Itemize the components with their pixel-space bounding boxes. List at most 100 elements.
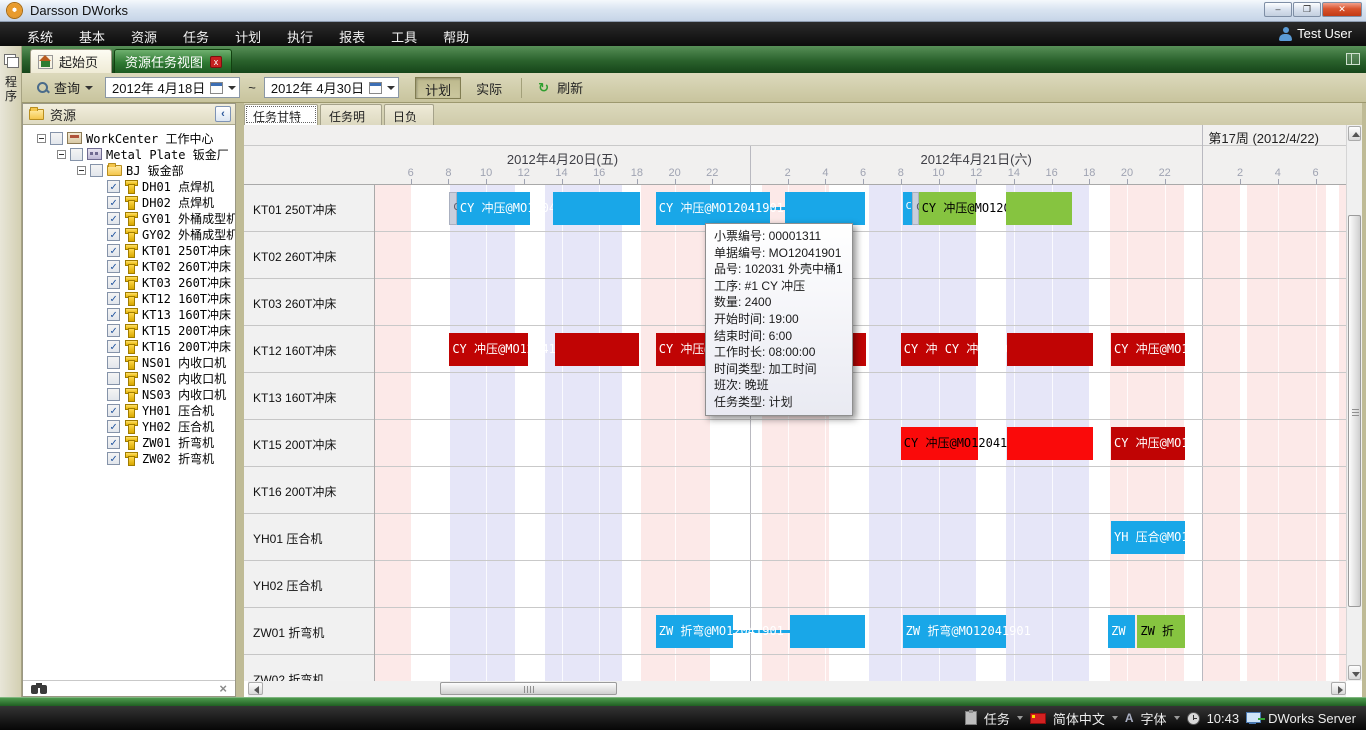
close-tab-icon[interactable]: x — [210, 56, 222, 68]
tree-checkbox[interactable]: ✓ — [107, 228, 120, 241]
tree-item[interactable]: ✓KT01 250T冲床 — [23, 242, 231, 258]
tree-item[interactable]: ✓KT12 160T冲床 — [23, 290, 231, 306]
minimize-button[interactable]: – — [1264, 2, 1292, 17]
maximize-button[interactable]: ❐ — [1293, 2, 1321, 17]
language-dropdown-icon[interactable] — [1112, 716, 1118, 720]
scroll-left-button[interactable] — [248, 682, 263, 695]
date-to-field[interactable]: 2012年 4月30日 — [264, 77, 399, 98]
task-bar[interactable] — [1006, 192, 1072, 225]
task-bar[interactable]: CY 冲 CY 冲压@MO12041904 — [901, 333, 978, 366]
calendar-icon[interactable] — [369, 82, 382, 94]
task-bar[interactable]: ZW — [1108, 615, 1135, 648]
tree-checkbox[interactable] — [70, 148, 83, 161]
collapse-panel-button[interactable]: ‹ — [215, 106, 231, 122]
font-dropdown-icon[interactable] — [1174, 716, 1180, 720]
tree-item[interactable]: ✓GY02 外桶成型机 — [23, 226, 235, 242]
tree-checkbox[interactable]: ✓ — [107, 196, 120, 209]
tree-checkbox[interactable]: ✓ — [107, 244, 120, 257]
task-bar[interactable]: CY 冲压@MO12041901 — [457, 192, 531, 225]
task-bar[interactable]: ZW 折弯@MO12041901 — [656, 615, 733, 648]
tree-expander-icon[interactable] — [77, 166, 86, 175]
tree-item[interactable]: ✓ZW02 折弯机 — [23, 450, 214, 466]
tree-item[interactable]: NS02 内收口机 — [23, 370, 226, 386]
tab-resource-task-view[interactable]: 资源任务视图 x — [114, 49, 232, 73]
task-bar[interactable] — [1007, 427, 1093, 460]
tree-checkbox[interactable] — [90, 164, 103, 177]
task-bar[interactable]: CY 冲压@MO12041901 — [656, 192, 770, 225]
gantt-tab-日负荷[interactable]: 日负荷 — [384, 104, 434, 125]
task-bar[interactable] — [785, 192, 865, 225]
horizontal-scroll-thumb[interactable] — [440, 682, 617, 695]
tree-checkbox[interactable]: ✓ — [107, 180, 120, 193]
task-bar[interactable] — [553, 192, 640, 225]
tree-item[interactable]: NS01 内收口机 — [23, 354, 226, 370]
task-bar[interactable] — [790, 615, 865, 648]
close-button[interactable]: ✕ — [1322, 2, 1362, 17]
tree-item[interactable]: ✓DH01 点焊机 — [23, 178, 214, 194]
query-dropdown-icon[interactable] — [85, 86, 93, 90]
tree-item[interactable]: Metal Plate 钣金厂 — [23, 146, 229, 162]
tree-checkbox[interactable]: ✓ — [107, 212, 120, 225]
title-bar[interactable]: Darsson DWorks – ❐ ✕ — [0, 0, 1366, 22]
task-bar[interactable]: C — [903, 192, 912, 225]
tree-item[interactable]: ✓GY01 外桶成型机 — [23, 210, 235, 226]
tree-item[interactable]: BJ 钣金部 — [23, 162, 184, 178]
menu-item-工具[interactable]: 工具 — [378, 22, 430, 46]
gantt-tab-任务甘特图[interactable]: 任务甘特图 — [244, 104, 318, 125]
tree-item[interactable]: ✓YH02 压合机 — [23, 418, 214, 434]
vertical-scroll-thumb[interactable] — [1348, 215, 1361, 607]
date-from-field[interactable]: 2012年 4月18日 — [105, 77, 240, 98]
status-font-label[interactable]: 字体 — [1141, 709, 1167, 728]
gantt-tab-任务明细[interactable]: 任务明细 — [320, 104, 382, 125]
setup-bar[interactable]: C — [449, 192, 457, 225]
menu-item-基本[interactable]: 基本 — [66, 22, 118, 46]
program-panel-tab[interactable]: 程序 — [0, 75, 22, 103]
calendar-icon[interactable] — [210, 82, 223, 94]
status-language-label[interactable]: 简体中文 — [1053, 709, 1105, 728]
tree-expander-icon[interactable] — [37, 134, 46, 143]
tree-checkbox[interactable]: ✓ — [107, 452, 120, 465]
tree-checkbox[interactable]: ✓ — [107, 340, 120, 353]
gantt-chart-area[interactable]: CCY 冲压@MO12041901CY 冲压@MO12041901CCCY 冲压… — [375, 185, 1346, 681]
tree-item[interactable]: ✓KT15 200T冲床 — [23, 322, 231, 338]
task-bar[interactable]: CY 冲压@MO12041902 — [919, 192, 976, 225]
task-bar[interactable]: CY 冲压@MO12041904 — [449, 333, 527, 366]
tree-checkbox[interactable] — [107, 372, 120, 385]
tree-item[interactable]: ✓YH01 压合机 — [23, 402, 214, 418]
tree-checkbox[interactable]: ✓ — [107, 260, 120, 273]
task-bar[interactable]: CY 冲压@MO12041903 — [901, 427, 978, 460]
tree-checkbox[interactable]: ✓ — [107, 404, 120, 417]
tree-expander-icon[interactable] — [57, 150, 66, 159]
actual-toggle-button[interactable]: 实际 — [467, 77, 511, 99]
tree-checkbox[interactable]: ✓ — [107, 324, 120, 337]
menu-item-报表[interactable]: 报表 — [326, 22, 378, 46]
tree-checkbox[interactable] — [107, 388, 120, 401]
date-from-dropdown-icon[interactable] — [228, 86, 236, 90]
tree-item[interactable]: ✓ZW01 折弯机 — [23, 434, 214, 450]
tree-item[interactable]: ✓KT16 200T冲床 — [23, 338, 231, 354]
task-bar[interactable] — [1007, 333, 1093, 366]
date-to-dropdown-icon[interactable] — [387, 86, 395, 90]
clear-filter-icon[interactable]: × — [219, 681, 227, 696]
tree-checkbox[interactable]: ✓ — [107, 308, 120, 321]
tree-checkbox[interactable]: ✓ — [107, 276, 120, 289]
tree-checkbox[interactable]: ✓ — [107, 436, 120, 449]
window-layout-icon[interactable] — [1346, 53, 1360, 65]
tree-item[interactable]: ✓KT03 260T冲床 — [23, 274, 231, 290]
task-dropdown-icon[interactable] — [1017, 716, 1023, 720]
tree-item[interactable]: ✓KT13 160T冲床 — [23, 306, 231, 322]
tree-checkbox[interactable]: ✓ — [107, 292, 120, 305]
tab-home-page[interactable]: 起始页 — [30, 49, 112, 73]
status-task-label[interactable]: 任务 — [984, 709, 1010, 728]
task-bar[interactable]: ZW 折弯@MO12041901 — [903, 615, 1007, 648]
tree-checkbox[interactable] — [107, 356, 120, 369]
menu-item-帮助[interactable]: 帮助 — [430, 22, 482, 46]
tree-item[interactable]: NS03 内收口机 — [23, 386, 226, 402]
setup-bar[interactable]: C — [912, 192, 919, 225]
query-button[interactable]: 查询 — [30, 75, 99, 100]
find-icon[interactable] — [31, 683, 47, 694]
menu-item-计划[interactable]: 计划 — [222, 22, 274, 46]
program-panel-icon[interactable] — [4, 54, 18, 67]
horizontal-scrollbar[interactable] — [248, 681, 1346, 697]
task-bar[interactable]: ZW 折 — [1137, 615, 1185, 648]
